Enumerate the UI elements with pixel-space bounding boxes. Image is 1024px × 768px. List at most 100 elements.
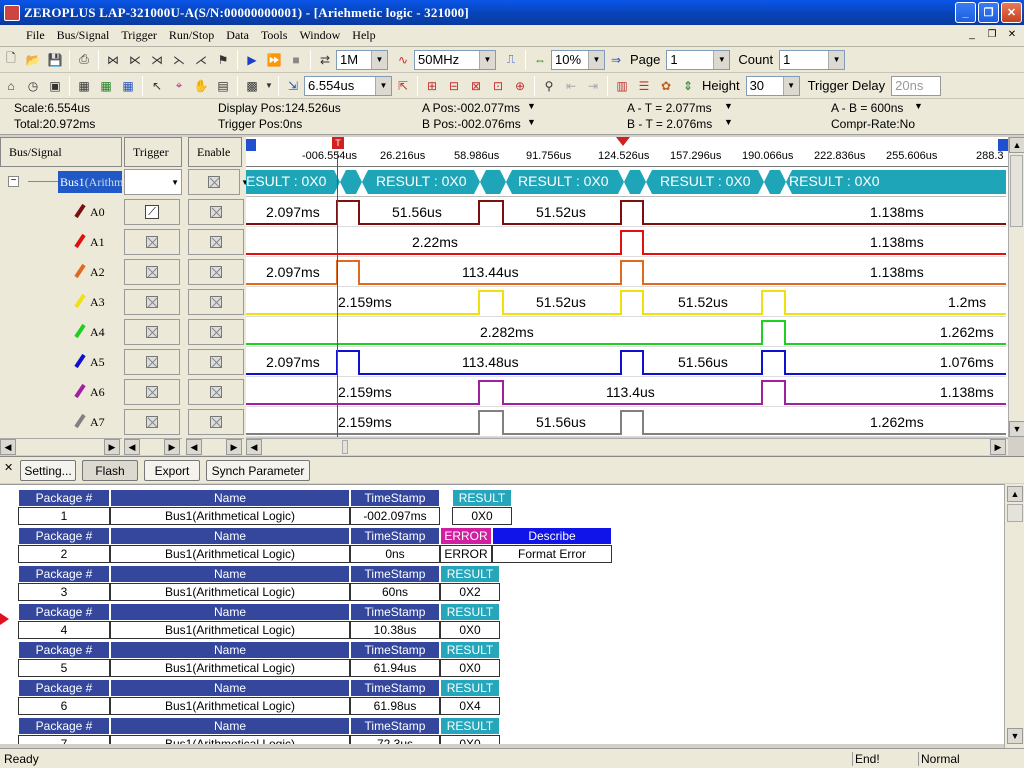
column-trigger[interactable]: Trigger xyxy=(124,137,182,167)
measure-icon[interactable]: ▤ xyxy=(214,77,232,95)
trigger-a-icon[interactable]: ⋊ xyxy=(148,51,166,69)
bus-c-icon[interactable]: ⊠ xyxy=(467,77,485,95)
display-pos-marker-icon[interactable] xyxy=(616,137,630,146)
menu-help[interactable]: Help xyxy=(346,28,381,43)
setting-button[interactable]: Setting... xyxy=(20,460,76,481)
trigger-delay-field[interactable]: 20ns xyxy=(891,75,942,96)
wave-row-a7[interactable]: 2.159ms 51.56us 1.262ms xyxy=(246,407,1006,437)
trigger-cell[interactable] xyxy=(124,229,180,255)
trigger-marker-icon[interactable]: T xyxy=(332,137,344,149)
image-icon[interactable]: ▣ xyxy=(46,77,64,95)
menu-trigger[interactable]: Trigger xyxy=(115,28,163,43)
chevron-down-icon[interactable]: ▼ xyxy=(479,50,495,69)
collapse-icon[interactable]: − xyxy=(8,176,19,187)
menu-data[interactable]: Data xyxy=(220,28,255,43)
bus-trigger-select[interactable]: ▼ xyxy=(124,169,182,195)
trigger-cell[interactable] xyxy=(124,289,180,315)
signal-name-hscroll[interactable]: ◀ ▶ xyxy=(0,438,122,455)
scroll-right-icon[interactable]: ▶ xyxy=(104,439,120,455)
bus-b-icon[interactable]: ⊟ xyxy=(445,77,463,95)
flower-icon[interactable]: ✿ xyxy=(657,77,675,95)
waveform-pane[interactable]: T -006.554us 26.216us 58.986us 91.756us … xyxy=(246,137,1008,437)
enable-cell[interactable] xyxy=(188,379,244,405)
a-pos-text[interactable]: A Pos:-002.077ms xyxy=(422,101,520,115)
chevron-down-icon[interactable]: ▼ xyxy=(371,50,387,69)
run-repeat-icon[interactable]: ⏩ xyxy=(265,51,283,69)
enable-cell[interactable] xyxy=(188,349,244,375)
search-prev-icon[interactable]: ⇤ xyxy=(562,77,580,95)
mdi-minimize-icon[interactable]: _ xyxy=(964,29,980,43)
time-reset-icon[interactable]: ⇱ xyxy=(394,77,412,95)
mdi-close-icon[interactable]: ✕ xyxy=(1004,29,1020,43)
chevron-down-icon[interactable]: ▼ xyxy=(914,101,923,111)
signal-row-a1[interactable]: A1 xyxy=(0,227,246,257)
bus-name-label[interactable]: Bus1(Arithm xyxy=(58,171,122,193)
scroll-thumb[interactable] xyxy=(1010,155,1023,227)
count-select[interactable]: 1 ▼ xyxy=(779,49,846,70)
run-icon[interactable]: ▶ xyxy=(243,51,261,69)
bus-e-icon[interactable]: ⊕ xyxy=(511,77,529,95)
home-icon[interactable]: ⌂ xyxy=(2,77,20,95)
height-select[interactable]: 30 ▼ xyxy=(745,75,800,96)
enable-cell[interactable] xyxy=(188,199,244,225)
trigger-b-icon[interactable]: ⋋ xyxy=(170,51,188,69)
scroll-left-icon[interactable]: ◀ xyxy=(186,439,202,455)
open-folder-icon[interactable]: 📂 xyxy=(24,51,42,69)
scroll-down-icon[interactable]: ▼ xyxy=(1009,421,1024,437)
waveform-hscroll[interactable]: ◀ ▶ xyxy=(246,438,1008,455)
clock-icon[interactable]: ◷ xyxy=(24,77,42,95)
column-enable[interactable]: Enable xyxy=(188,137,242,167)
binoculars-icon[interactable]: ⚲ xyxy=(540,77,558,95)
trigger-setup-icon[interactable]: ⋈ xyxy=(104,51,122,69)
hand-icon[interactable]: ✋ xyxy=(192,77,210,95)
packet-icon[interactable]: ▩ xyxy=(243,77,261,95)
memory-depth-select[interactable]: 1M ▼ xyxy=(336,49,388,70)
wave-row-a3[interactable]: 2.159ms 51.52us 51.52us 1.2ms xyxy=(246,287,1006,317)
signal-row-a4[interactable]: A4 xyxy=(0,317,246,347)
scroll-left-icon[interactable]: ◀ xyxy=(124,439,140,455)
close-icon[interactable]: ✕ xyxy=(4,461,13,474)
scroll-right-icon[interactable]: ▶ xyxy=(164,439,180,455)
bus-row[interactable]: − Bus1(Arithm ▼ ▼ xyxy=(0,167,249,197)
signal-row-a7[interactable]: A7 xyxy=(0,407,246,437)
trigger-cell[interactable]: ⟋ xyxy=(124,199,180,225)
a-minus-b-text[interactable]: A - B = 600ns xyxy=(831,101,903,115)
chevron-down-icon[interactable]: ▼ xyxy=(171,178,179,187)
wave-row-a5[interactable]: 2.097ms 113.48us 51.56us 1.076ms xyxy=(246,347,1006,377)
enable-cell[interactable] xyxy=(188,319,244,345)
packet-list[interactable]: Package # Name TimeStamp RESULT 1 Bus1(A… xyxy=(0,484,1004,744)
zoom-select[interactable]: 10% ▼ xyxy=(551,49,605,70)
time-ruler[interactable]: T -006.554us 26.216us 58.986us 91.756us … xyxy=(246,137,1008,167)
packet-list-scrollbar[interactable]: ▲ ▼ xyxy=(1004,484,1024,748)
enable-hscroll[interactable]: ◀ ▶ xyxy=(186,438,244,455)
a-minus-t-text[interactable]: A - T = 2.077ms xyxy=(627,101,712,115)
bus-icon[interactable]: ☰ xyxy=(635,77,653,95)
left-marker-icon[interactable] xyxy=(246,139,256,151)
close-button[interactable]: ✕ xyxy=(1001,2,1022,23)
trigger-cell[interactable] xyxy=(124,379,180,405)
cursor-select-icon[interactable]: ⌖ xyxy=(170,77,188,95)
b-minus-t-text[interactable]: B - T = 2.076ms xyxy=(627,117,712,131)
chevron-down-icon[interactable]: ▼ xyxy=(527,117,536,127)
trigger-hscroll[interactable]: ◀ ▶ xyxy=(124,438,182,455)
chevron-down-icon[interactable]: ▼ xyxy=(828,50,845,69)
enable-cell[interactable] xyxy=(188,409,244,435)
trigger-edit-icon[interactable]: ⋉ xyxy=(126,51,144,69)
chevron-down-icon[interactable]: ▼ xyxy=(265,77,273,95)
pointer-icon[interactable]: ↖ xyxy=(148,77,166,95)
sample-rate-select[interactable]: 50MHz ▼ xyxy=(414,49,496,70)
trigger-d-icon[interactable]: ⚑ xyxy=(214,51,232,69)
enable-cell[interactable] xyxy=(188,289,244,315)
grid-b-icon[interactable]: ▦ xyxy=(97,77,115,95)
scroll-right-icon[interactable]: ▶ xyxy=(990,439,1006,455)
signal-row-a6[interactable]: A6 xyxy=(0,377,246,407)
chevron-down-icon[interactable]: ▼ xyxy=(724,101,733,111)
signal-row-a5[interactable]: A5 xyxy=(0,347,246,377)
grid-c-icon[interactable]: ▦ xyxy=(119,77,137,95)
scroll-thumb[interactable] xyxy=(1007,504,1023,522)
menu-file[interactable]: File xyxy=(0,28,51,43)
save-icon[interactable]: 💾 xyxy=(46,51,64,69)
bus-enable-cell[interactable]: ▼ xyxy=(188,169,249,195)
flash-button[interactable]: Flash xyxy=(82,460,138,481)
scroll-left-icon[interactable]: ◀ xyxy=(0,439,16,455)
